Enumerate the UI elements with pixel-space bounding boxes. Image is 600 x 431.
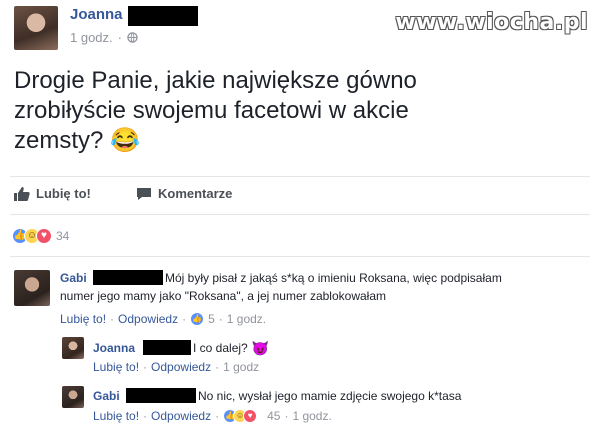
comment-label: Komentarze	[158, 186, 233, 201]
reply-text-wrap: I co dalej? 😈	[193, 340, 269, 356]
divider	[10, 214, 590, 215]
comment-icon	[137, 187, 151, 200]
post-text-fragment: zemsty?	[14, 127, 104, 154]
comment-actions: Lubię to! · Odpowiedz · 👍 ☺ ♥ 45 · 1 god…	[93, 409, 332, 423]
comment-text: No nic, wysłał jego mamie zdjęcie swojeg…	[198, 389, 462, 403]
comment-like-link[interactable]: Lubię to!	[93, 409, 139, 423]
comment-reactions[interactable]: 👍 ☺ ♥	[223, 409, 263, 423]
like-icon	[14, 186, 30, 201]
comment-reply-link[interactable]: Odpowiedz	[118, 312, 178, 326]
separator: ·	[182, 312, 187, 326]
commenter-avatar[interactable]	[14, 270, 50, 306]
like-label: Lubię to!	[36, 186, 91, 201]
comment-text: numer jego mamy jako "Roksana", a jej nu…	[60, 289, 386, 303]
comment-author[interactable]: Gabi	[60, 271, 87, 285]
comment-author[interactable]: Gabi	[93, 389, 120, 403]
redacted-surname	[128, 6, 198, 26]
post-author-name[interactable]: Joanna	[70, 6, 123, 23]
reactions-count: 34	[56, 229, 70, 243]
comment-like-count[interactable]: 5	[208, 312, 215, 326]
redacted-surname	[93, 270, 163, 285]
comment-time[interactable]: 1 godz	[223, 360, 259, 374]
love-reaction-icon: ♥	[243, 409, 258, 423]
like-button[interactable]: Lubię to!	[14, 186, 91, 201]
reply-body: Joanna	[93, 340, 135, 356]
separator: ·	[143, 360, 148, 374]
post-text-line: zemsty? 😂	[14, 126, 417, 156]
comment-like-link[interactable]: Lubię to!	[93, 360, 139, 374]
comment-reply-link[interactable]: Odpowiedz	[151, 360, 211, 374]
post-text-line: zrobiłyście swojemu facetowi w akcie	[14, 97, 409, 124]
separator: ·	[215, 409, 220, 423]
redacted-surname	[143, 340, 191, 355]
post-meta: 1 godz. ·	[70, 30, 138, 45]
commenter-avatar[interactable]	[62, 386, 84, 408]
divider	[10, 256, 590, 257]
comment-text: Mój były pisał z jakąś s*ką o imieniu Ro…	[165, 271, 502, 285]
separator: ·	[110, 312, 115, 326]
author-avatar[interactable]	[14, 6, 58, 50]
watermark: www.wiocha.pl	[395, 10, 588, 35]
separator: ·	[143, 409, 148, 423]
comment-text: I co dalej?	[193, 341, 248, 355]
love-reaction-icon: ♥	[36, 228, 52, 244]
reply-body: Gabi	[93, 388, 120, 404]
comment-actions: Lubię to! · Odpowiedz · 👍 5 · 1 godz.	[60, 312, 266, 326]
devil-emoji-icon: 😈	[251, 340, 270, 356]
comment-like-count[interactable]: 45	[267, 409, 280, 423]
post-text: Drogie Panie, jakie największe gówno zro…	[14, 66, 417, 156]
reactions-summary[interactable]: 👍 ☺ ♥ 34	[12, 228, 82, 246]
separator: ·	[218, 312, 223, 326]
comment-time[interactable]: 1 godz.	[292, 409, 331, 423]
separator: ·	[284, 409, 289, 423]
comment-actions: Lubię to! · Odpowiedz · 1 godz	[93, 360, 259, 374]
redacted-surname	[126, 388, 196, 403]
comment-button[interactable]: Komentarze	[136, 186, 232, 201]
commenter-avatar[interactable]	[62, 337, 84, 359]
comment-time[interactable]: 1 godz.	[227, 312, 266, 326]
globe-icon	[127, 32, 138, 43]
like-reaction-icon: 👍	[190, 312, 205, 326]
comment-reply-link[interactable]: Odpowiedz	[151, 409, 211, 423]
post-text-line: Drogie Panie, jakie największe gówno	[14, 67, 417, 94]
comment-author[interactable]: Joanna	[93, 341, 135, 355]
separator: ·	[215, 360, 220, 374]
laughing-emoji-icon: 😂	[110, 127, 140, 154]
post-time[interactable]: 1 godz.	[70, 30, 113, 45]
meta-separator: ·	[117, 30, 122, 45]
comment-like-link[interactable]: Lubię to!	[60, 312, 106, 326]
divider	[10, 176, 590, 177]
